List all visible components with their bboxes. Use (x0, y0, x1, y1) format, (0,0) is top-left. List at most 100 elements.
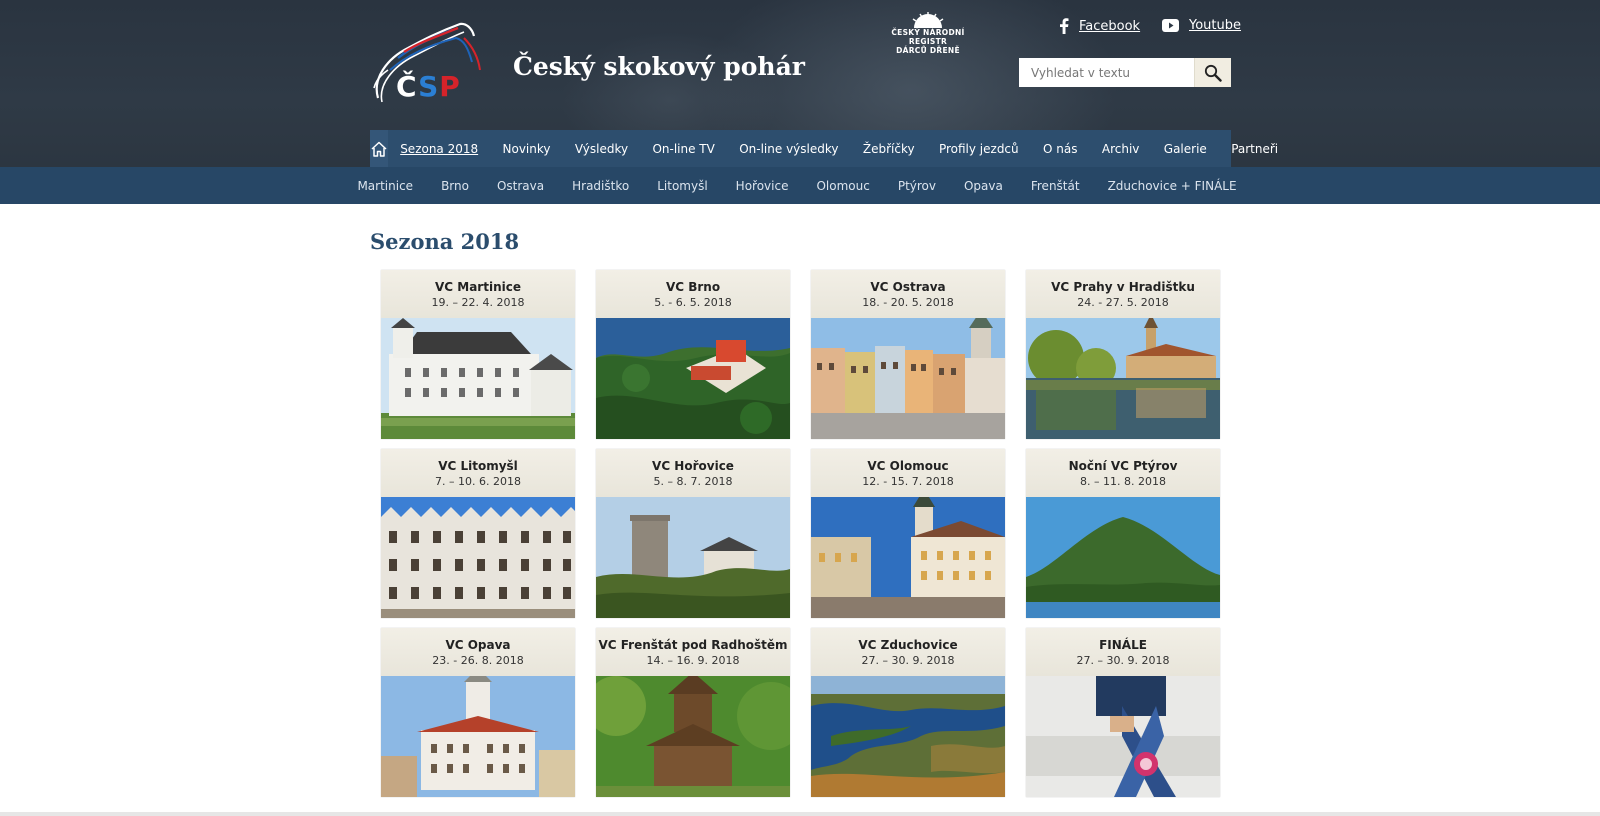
event-name: VC Ostrava (870, 280, 946, 294)
nav-item-sezona-2018[interactable]: Sezona 2018 (388, 142, 490, 156)
event-name: Noční VC Ptýrov (1068, 459, 1178, 473)
event-photo (1026, 497, 1220, 618)
card-header: VC Olomouc 12. - 15. 7. 2018 (811, 449, 1005, 497)
event-date: 7. – 10. 6. 2018 (435, 475, 521, 488)
town-square-photo (811, 318, 1005, 439)
sub-nav-item-ostrava[interactable]: Ostrava (483, 179, 558, 193)
nav-item-galerie[interactable]: Galerie (1152, 142, 1219, 156)
search-form (1019, 58, 1231, 87)
sub-nav-item-brno[interactable]: Brno (427, 179, 483, 193)
event-name: VC Frenštát pod Radhoštěm (598, 638, 788, 652)
sub-nav-item-litomysl[interactable]: Litomyšl (643, 179, 721, 193)
nav-item-novinky[interactable]: Novinky (490, 142, 562, 156)
sub-nav-item-martinice[interactable]: Martinice (343, 179, 427, 193)
home-button[interactable] (370, 130, 388, 167)
event-name: VC Opava (445, 638, 511, 652)
event-photo (596, 497, 790, 618)
sub-nav-item-frenstat[interactable]: Frenštát (1017, 179, 1094, 193)
card-header: VC Zduchovice 27. – 30. 9. 2018 (811, 628, 1005, 676)
event-name: VC Brno (665, 280, 721, 294)
event-date: 5. - 6. 5. 2018 (654, 296, 732, 309)
event-name: VC Hořovice (652, 459, 734, 473)
event-date: 24. - 27. 5. 2018 (1077, 296, 1169, 309)
wooden-chapel-photo (596, 676, 790, 797)
card-header: VC Martinice 19. – 22. 4. 2018 (381, 270, 575, 318)
card-header: VC Hořovice 5. – 8. 7. 2018 (596, 449, 790, 497)
rider-ribbon-photo (1026, 676, 1220, 797)
card-header: VC Ostrava 18. - 20. 5. 2018 (811, 270, 1005, 318)
site-title: Český skokový pohár (513, 52, 805, 81)
sub-nav-item-horovice[interactable]: Hořovice (722, 179, 803, 193)
event-date: 5. – 8. 7. 2018 (653, 475, 733, 488)
nav-item-profily-jezdcu[interactable]: Profily jezdců (927, 142, 1031, 156)
site-logo[interactable]: ČSP (368, 18, 488, 106)
site-header: ČSP Český skokový pohár ČESKÝ NÁRODNÍ RE… (0, 0, 1600, 167)
card-header: VC Frenštát pod Radhoštěm 14. – 16. 9. 2… (596, 628, 790, 676)
youtube-icon (1162, 19, 1179, 32)
card-header: Noční VC Ptýrov 8. – 11. 8. 2018 (1026, 449, 1220, 497)
event-date: 27. – 30. 9. 2018 (861, 654, 955, 667)
facebook-icon (1060, 18, 1069, 34)
sub-nav-item-hradistko[interactable]: Hradištko (558, 179, 643, 193)
event-card-opava[interactable]: VC Opava 23. - 26. 8. 2018 (381, 628, 575, 797)
event-date: 14. – 16. 9. 2018 (646, 654, 740, 667)
sub-nav-item-ptyrov[interactable]: Ptýrov (884, 179, 950, 193)
event-card-ptyrov[interactable]: Noční VC Ptýrov 8. – 11. 8. 2018 (1026, 449, 1220, 618)
event-grid: VC Martinice 19. – 22. 4. 2018 VC Brno 5… (381, 270, 1221, 798)
event-card-ostrava[interactable]: VC Ostrava 18. - 20. 5. 2018 (811, 270, 1005, 439)
event-card-horovice[interactable]: VC Hořovice 5. – 8. 7. 2018 (596, 449, 790, 618)
event-date: 19. – 22. 4. 2018 (431, 296, 525, 309)
search-button[interactable] (1194, 58, 1231, 87)
event-name: VC Martinice (435, 280, 521, 294)
nav-item-o-nas[interactable]: O nás (1031, 142, 1090, 156)
card-header: VC Opava 23. - 26. 8. 2018 (381, 628, 575, 676)
town-hall-photo (811, 497, 1005, 618)
event-card-brno[interactable]: VC Brno 5. - 6. 5. 2018 (596, 270, 790, 439)
event-card-litomysl[interactable]: VC Litomyšl 7. – 10. 6. 2018 (381, 449, 575, 618)
nav-item-archiv[interactable]: Archiv (1090, 142, 1152, 156)
aerial-castle-photo (596, 318, 790, 439)
event-name: VC Litomyšl (438, 459, 518, 473)
event-name: VC Prahy v Hradištku (1051, 280, 1195, 294)
sub-nav-item-opava[interactable]: Opava (950, 179, 1017, 193)
town-hall-tower-photo (381, 676, 575, 797)
castle-tower-photo (596, 497, 790, 618)
event-photo (381, 318, 575, 439)
sunrise-icon (912, 12, 944, 28)
card-header: FINÁLE 27. – 30. 9. 2018 (1026, 628, 1220, 676)
event-card-finale[interactable]: FINÁLE 27. – 30. 9. 2018 (1026, 628, 1220, 797)
footer-divider (0, 812, 1600, 816)
event-card-martinice[interactable]: VC Martinice 19. – 22. 4. 2018 (381, 270, 575, 439)
sub-nav-item-zduchovice-finale[interactable]: Zduchovice + FINÁLE (1094, 179, 1251, 193)
search-input[interactable] (1019, 58, 1194, 87)
event-card-hradistko[interactable]: VC Prahy v Hradištku 24. - 27. 5. 2018 (1026, 270, 1220, 439)
nav-item-partneri[interactable]: Partneři (1219, 142, 1290, 156)
castle-photo (381, 318, 575, 439)
nav-item-vysledky[interactable]: Výsledky (563, 142, 641, 156)
facebook-link-group[interactable]: Facebook (1059, 18, 1140, 34)
event-date: 12. - 15. 7. 2018 (862, 475, 954, 488)
card-header: VC Brno 5. - 6. 5. 2018 (596, 270, 790, 318)
renaissance-castle-photo (381, 497, 575, 618)
registry-line-1: ČESKÝ NÁRODNÍ REGISTR (891, 28, 965, 46)
card-header: VC Prahy v Hradištku 24. - 27. 5. 2018 (1026, 270, 1220, 318)
event-card-olomouc[interactable]: VC Olomouc 12. - 15. 7. 2018 (811, 449, 1005, 618)
event-card-zduchovice[interactable]: VC Zduchovice 27. – 30. 9. 2018 (811, 628, 1005, 797)
event-date: 23. - 26. 8. 2018 (432, 654, 524, 667)
main-navigation: Sezona 2018 Novinky Výsledky On-line TV … (370, 130, 1278, 167)
nav-item-online-vysledky[interactable]: On-line výsledky (727, 142, 851, 156)
facebook-link[interactable]: Facebook (1079, 19, 1140, 34)
event-photo (811, 318, 1005, 439)
event-card-frenstat[interactable]: VC Frenštát pod Radhoštěm 14. – 16. 9. 2… (596, 628, 790, 797)
bone-marrow-registry-logo[interactable]: ČESKÝ NÁRODNÍ REGISTR DÁRCŮ DŘENĚ (872, 12, 984, 55)
event-photo (1026, 318, 1220, 439)
event-photo (811, 497, 1005, 618)
nav-item-zebricky[interactable]: Žebříčky (851, 142, 927, 156)
home-icon (371, 141, 387, 157)
sub-nav-item-olomouc[interactable]: Olomouc (802, 179, 883, 193)
youtube-link-group[interactable]: Youtube (1162, 18, 1241, 33)
event-date: 18. - 20. 5. 2018 (862, 296, 954, 309)
card-header: VC Litomyšl 7. – 10. 6. 2018 (381, 449, 575, 497)
nav-item-online-tv[interactable]: On-line TV (640, 142, 727, 156)
youtube-link[interactable]: Youtube (1189, 18, 1241, 33)
